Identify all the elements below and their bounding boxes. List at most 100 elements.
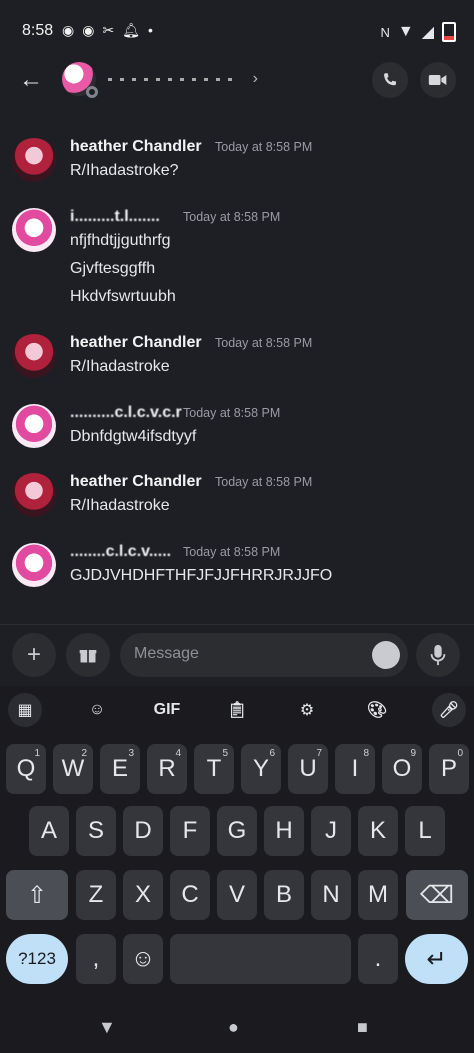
key-d[interactable]: D xyxy=(123,806,163,856)
key-label: O xyxy=(392,755,412,782)
key-g[interactable]: G xyxy=(217,806,257,856)
key-w[interactable]: W2 xyxy=(53,744,93,794)
key-number: 8 xyxy=(363,748,369,759)
key-i[interactable]: I8 xyxy=(335,744,375,794)
status-time: 8:58 xyxy=(22,22,54,39)
message-input[interactable]: Message xyxy=(120,633,408,677)
message-text: R/Ihadastroke xyxy=(70,497,170,514)
key-a[interactable]: A xyxy=(29,806,69,856)
key-number: 6 xyxy=(269,748,275,759)
enter-icon: ↵ xyxy=(426,945,447,973)
key-p[interactable]: P0 xyxy=(429,744,469,794)
author-name[interactable]: ........c.l.c.v..... xyxy=(70,543,171,561)
backspace-key[interactable]: ⌫ xyxy=(406,870,468,920)
author-name[interactable]: ..........c.l.c.v.c.r xyxy=(70,404,182,422)
spacebar[interactable] xyxy=(170,934,351,984)
message-text: Dbnfdgtw4ifsdtyyf xyxy=(70,428,197,445)
key-x[interactable]: X xyxy=(123,870,163,920)
voice-message-button[interactable] xyxy=(416,633,460,677)
key-h[interactable]: H xyxy=(264,806,304,856)
key-label: T xyxy=(206,755,222,782)
message-timestamp: Today at 8:58 PM xyxy=(183,210,281,224)
comma-key[interactable]: , xyxy=(76,934,116,984)
gif-button[interactable]: GIF xyxy=(150,693,184,727)
key-label: V xyxy=(228,881,245,908)
avatar[interactable] xyxy=(12,138,56,182)
channel-title[interactable]: › xyxy=(108,70,258,88)
author-name[interactable]: heather Chandler xyxy=(70,138,202,156)
author-name[interactable]: i.........t.l....... xyxy=(70,208,160,226)
avatar[interactable] xyxy=(62,62,98,98)
key-label: , xyxy=(92,945,100,972)
avatar[interactable] xyxy=(12,543,56,587)
message-text: R/Ihadastroke xyxy=(70,358,170,375)
key-u[interactable]: U7 xyxy=(288,744,328,794)
key-r[interactable]: R4 xyxy=(147,744,187,794)
key-j[interactable]: J xyxy=(311,806,351,856)
message-timestamp: Today at 8:58 PM xyxy=(183,406,281,420)
key-label: M xyxy=(368,881,388,908)
avatar[interactable] xyxy=(12,334,56,378)
period-key[interactable]: . xyxy=(358,934,398,984)
key-label: K xyxy=(369,817,386,844)
back-triangle-icon[interactable]: ▼ xyxy=(98,1017,116,1038)
key-y[interactable]: Y6 xyxy=(241,744,281,794)
message-text: R/Ihadastroke? xyxy=(70,162,179,179)
symbols-key[interactable]: ?123 xyxy=(6,934,68,984)
message-composer: + Message xyxy=(0,624,474,687)
key-label: P xyxy=(440,755,457,782)
key-n[interactable]: N xyxy=(311,870,351,920)
home-circle-icon[interactable]: ● xyxy=(228,1017,239,1038)
key-f[interactable]: F xyxy=(170,806,210,856)
key-number: 9 xyxy=(410,748,416,759)
key-k[interactable]: K xyxy=(358,806,398,856)
key-q[interactable]: Q1 xyxy=(6,744,46,794)
key-number: 7 xyxy=(316,748,322,759)
voice-call-button[interactable] xyxy=(372,62,408,98)
shift-key[interactable]: ⇧ xyxy=(6,870,68,920)
gift-button[interactable] xyxy=(66,633,110,677)
key-o[interactable]: O9 xyxy=(382,744,422,794)
emoji-key[interactable]: ☺ xyxy=(123,934,163,984)
plus-icon: + xyxy=(26,641,41,668)
phone-icon xyxy=(384,73,396,86)
apps-grid-icon[interactable]: ▦ xyxy=(8,693,42,727)
key-label: D xyxy=(134,817,152,844)
key-label: E xyxy=(111,755,128,782)
avatar[interactable] xyxy=(12,473,56,517)
recents-square-icon[interactable]: ■ xyxy=(357,1017,368,1038)
key-t[interactable]: T5 xyxy=(194,744,234,794)
gear-icon[interactable]: ⚙ xyxy=(290,693,324,727)
clipboard-icon[interactable]: 📋︎ xyxy=(220,693,254,727)
key-b[interactable]: B xyxy=(264,870,304,920)
key-c[interactable]: C xyxy=(170,870,210,920)
avatar[interactable] xyxy=(12,208,56,252)
palette-icon[interactable]: 🎨︎ xyxy=(360,693,394,727)
sticker-icon[interactable]: ☺ xyxy=(80,693,114,727)
author-name[interactable]: heather Chandler xyxy=(70,334,202,352)
key-s[interactable]: S xyxy=(76,806,116,856)
chat-header: ← › xyxy=(0,62,474,106)
key-e[interactable]: E3 xyxy=(100,744,140,794)
key-label: J xyxy=(325,817,337,844)
key-l[interactable]: L xyxy=(405,806,445,856)
key-m[interactable]: M xyxy=(358,870,398,920)
bell-icon: 🔔︎ xyxy=(122,22,140,38)
author-name[interactable]: heather Chandler xyxy=(70,473,202,491)
back-arrow-icon[interactable]: ← xyxy=(16,62,46,98)
status-bar: 8:58 ◉ ◉ ✂ 🔔︎ • N ▼ ◢ xyxy=(0,0,474,62)
key-z[interactable]: Z xyxy=(76,870,116,920)
key-v[interactable]: V xyxy=(217,870,257,920)
avatar[interactable] xyxy=(12,404,56,448)
add-attachment-button[interactable]: + xyxy=(12,633,56,677)
emoji-icon[interactable] xyxy=(372,641,400,669)
enter-key[interactable]: ↵ xyxy=(405,934,468,984)
on-screen-keyboard: ▦ ☺ GIF 📋︎ ⚙ 🎨︎ 🎤︎ Q1 W2 E3 R4 T5 Y6 U7 … xyxy=(0,686,474,1053)
microphone-icon[interactable]: 🎤︎ xyxy=(432,693,466,727)
video-call-button[interactable] xyxy=(420,62,456,98)
key-number: 2 xyxy=(81,748,87,759)
message-list[interactable]: heather Chandler Today at 8:58 PM R/Ihad… xyxy=(0,120,474,620)
nfc-icon: N xyxy=(380,24,390,40)
battery-icon xyxy=(442,22,456,42)
key-number: 5 xyxy=(222,748,228,759)
